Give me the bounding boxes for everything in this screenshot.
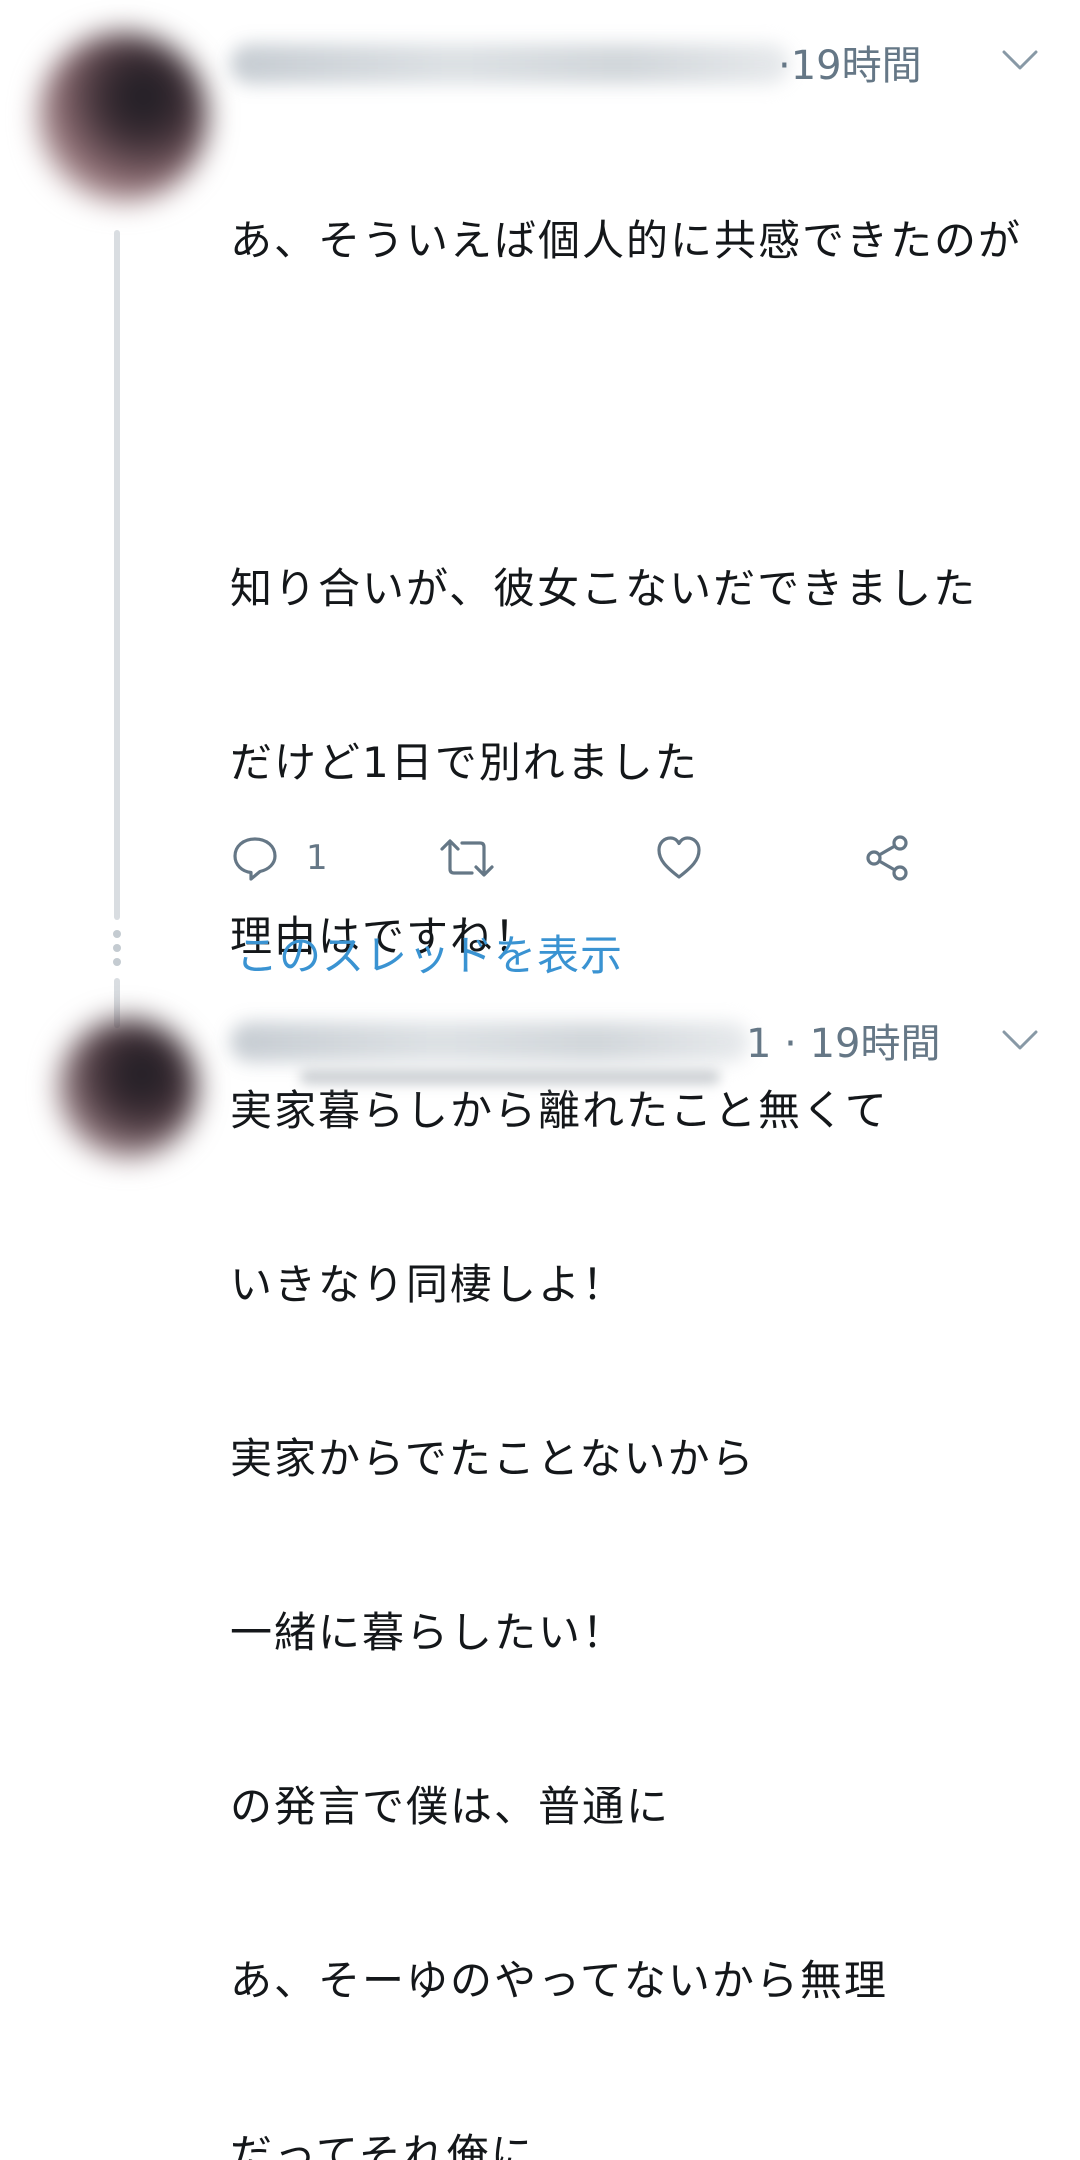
tweet-line: 知り合いが、彼女こないだできました <box>230 564 978 613</box>
retweet-icon <box>440 839 494 877</box>
tweet-line: だけど1日で別れました <box>230 738 699 787</box>
retweet-button[interactable] <box>438 830 496 886</box>
reply-count: 1 <box>306 838 328 878</box>
tweet-actions: 1 <box>230 830 930 886</box>
tweet-line: だってそれ俺に <box>230 2130 535 2160</box>
tweet-line: いきなり同棲しよ！ <box>230 1260 627 1309</box>
like-button[interactable] <box>654 830 704 886</box>
thread-dots <box>112 930 122 972</box>
tweet-time: 19時間 <box>790 43 922 89</box>
share-icon <box>866 835 908 881</box>
tweet-line: あ、そういえば個人的に共感できたのが <box>230 216 1023 265</box>
tweet-text: あ、そういえば個人的に共感できたのが 知り合いが、彼女こないだできました だけど… <box>230 96 1070 2160</box>
thread-line <box>114 230 120 920</box>
avatar[interactable] <box>58 1018 198 1158</box>
chevron-down-icon[interactable] <box>1002 50 1038 72</box>
tweet-line: 実家からでたことないから <box>230 1434 756 1483</box>
tweet-line: の発言で僕は、普通に <box>230 1782 671 1831</box>
tweet-timestamp[interactable]: 1 · 19時間 <box>746 1024 941 1064</box>
show-thread-link[interactable]: このスレッドを表示 <box>236 922 623 983</box>
chevron-down-icon[interactable] <box>1002 1030 1038 1052</box>
like-icon <box>657 836 701 879</box>
avatar[interactable] <box>38 32 208 202</box>
tweet-timestamp[interactable]: ·19時間 <box>778 46 922 86</box>
tweet-line: 実家暮らしから離れたこと無くて <box>230 1086 889 1135</box>
reply-button[interactable]: 1 <box>230 830 328 886</box>
blurred-username[interactable] <box>230 44 790 84</box>
blurred-username[interactable] <box>230 1022 750 1062</box>
tweet-line <box>230 386 1070 444</box>
reply-icon <box>233 837 277 881</box>
tweet-line: 一緒に暮らしたい！ <box>230 1608 627 1657</box>
share-button[interactable] <box>862 830 912 886</box>
tweet-line: あ、そーゆのやってないから無理 <box>230 1956 888 2005</box>
blurred-tweet-preview <box>300 1070 720 1084</box>
